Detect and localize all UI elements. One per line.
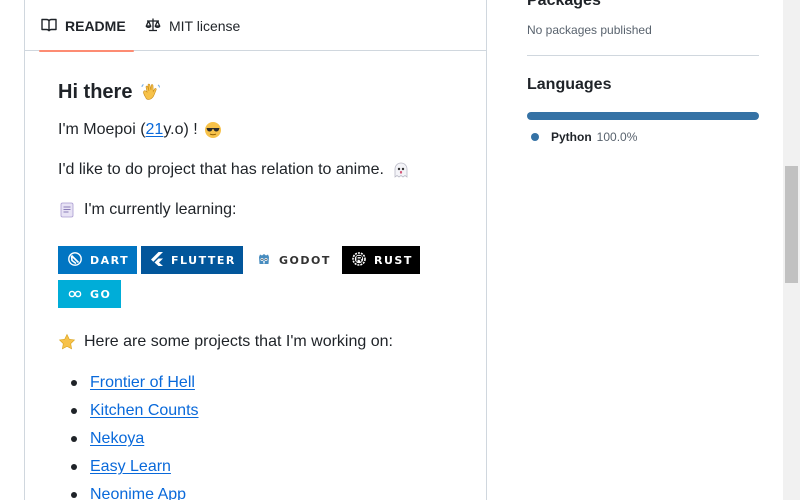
- readme-heading-text: Hi there: [58, 81, 133, 103]
- list-item: Nekoya: [58, 425, 258, 453]
- packages-heading[interactable]: Packages: [527, 0, 601, 10]
- anime-text: I'd like to do project that has relation…: [58, 161, 384, 178]
- language-item-python[interactable]: Python 100.0%: [531, 130, 637, 144]
- list-item: Easy Learn: [58, 453, 258, 481]
- godot-icon: [257, 252, 279, 269]
- flutter-badge[interactable]: FLUTTER: [141, 246, 243, 274]
- bullet: [71, 492, 77, 498]
- readme-card: README MIT license Hi there I'm Moepoi (…: [24, 0, 487, 500]
- list-item: Frontier of Hell: [58, 369, 258, 397]
- intro-suffix: y.o) !: [163, 121, 198, 138]
- learning-text: I'm currently learning:: [84, 201, 237, 218]
- anime-line: I'd like to do project that has relation…: [58, 161, 410, 179]
- wave-emoji-icon: [140, 82, 162, 104]
- rust-badge-label: RUST: [374, 253, 413, 267]
- bullet: [71, 408, 77, 414]
- rust-icon: [352, 251, 374, 269]
- go-icon: [68, 288, 90, 301]
- list-item: Neonime App: [58, 481, 258, 500]
- learning-line: I'm currently learning:: [58, 201, 236, 219]
- page-scrollbar[interactable]: [783, 0, 800, 500]
- go-badge[interactable]: GO: [58, 280, 121, 308]
- ghost-emoji-icon: [392, 161, 410, 179]
- project-link[interactable]: Kitchen Counts: [90, 402, 199, 420]
- scroll-emoji-icon: [58, 201, 76, 219]
- law-icon: [145, 17, 169, 36]
- bullet: [71, 380, 77, 386]
- book-icon: [41, 17, 65, 36]
- projects-line: Here are some projects that I'm working …: [58, 333, 393, 351]
- no-packages-text: No packages published: [527, 23, 652, 37]
- projects-intro-text: Here are some projects that I'm working …: [84, 333, 393, 350]
- bullet: [71, 464, 77, 470]
- languages-bar: [527, 112, 759, 120]
- tab-readme-label: README: [65, 18, 126, 34]
- language-percent: 100.0%: [596, 130, 638, 144]
- readme-tabbar: README MIT license: [25, 0, 486, 52]
- bullet: [71, 436, 77, 442]
- language-name: Python: [551, 130, 592, 144]
- sunglasses-emoji-icon: [204, 121, 222, 139]
- intro-line: I'm Moepoi (21 y.o) !: [58, 121, 222, 139]
- project-link[interactable]: Nekoya: [90, 430, 144, 448]
- languages-title: Languages: [527, 76, 612, 93]
- go-badge-label: GO: [90, 287, 112, 301]
- tab-license[interactable]: MIT license: [145, 1, 240, 51]
- project-link[interactable]: Neonime App: [90, 486, 186, 500]
- language-color-dot: [531, 133, 539, 141]
- sidebar-divider: [527, 55, 759, 56]
- readme-heading: Hi there: [58, 81, 162, 104]
- godot-badge-label: GODOT: [279, 253, 331, 267]
- dart-badge[interactable]: DART: [58, 246, 137, 274]
- tab-readme[interactable]: README: [39, 1, 134, 52]
- project-link[interactable]: Easy Learn: [90, 458, 171, 476]
- rust-badge[interactable]: RUST: [342, 246, 420, 274]
- scrollbar-thumb[interactable]: [785, 166, 798, 283]
- language-bar-segment-python: [527, 112, 759, 120]
- flutter-icon: [151, 251, 171, 269]
- dart-badge-label: DART: [90, 253, 130, 267]
- list-item: Kitchen Counts: [58, 397, 258, 425]
- intro-prefix: I'm Moepoi (: [58, 121, 146, 138]
- star-emoji-icon: [58, 333, 76, 351]
- tab-license-label: MIT license: [169, 18, 241, 34]
- flutter-badge-label: FLUTTER: [171, 253, 236, 267]
- godot-badge[interactable]: GODOT: [247, 246, 335, 274]
- project-link[interactable]: Frontier of Hell: [90, 374, 195, 392]
- dart-icon: [68, 251, 90, 269]
- age-link[interactable]: 21: [146, 121, 164, 139]
